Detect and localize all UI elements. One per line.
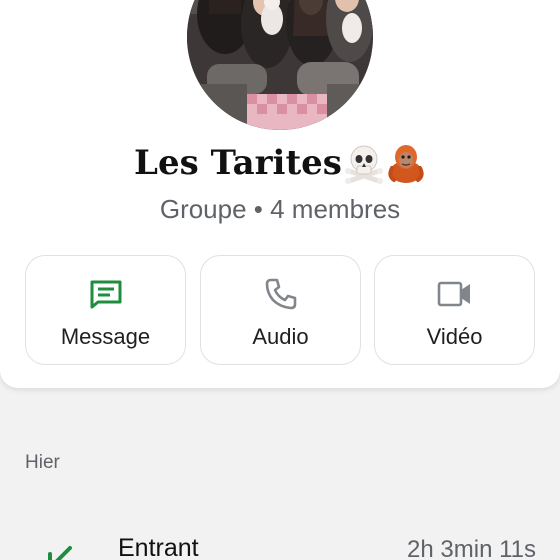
phone-icon xyxy=(261,276,301,312)
call-history-date-header: Hier xyxy=(25,452,60,473)
video-label: Vidéo xyxy=(426,324,483,349)
video-call-button[interactable]: Vidéo xyxy=(374,255,535,365)
group-photo xyxy=(187,0,373,130)
contact-header-card: Les Tarites Groupe • 4 membres Message A… xyxy=(0,0,560,388)
group-name: Les Tarites xyxy=(134,143,342,183)
video-icon xyxy=(435,276,475,312)
call-duration: 2h 3min 11s xyxy=(407,536,536,560)
audio-call-button[interactable]: Audio xyxy=(200,255,361,365)
orangutan-icon xyxy=(386,142,426,184)
group-title: Les Tarites xyxy=(0,139,560,187)
message-button[interactable]: Message xyxy=(25,255,186,365)
skull-crossbones-icon xyxy=(344,142,384,184)
incoming-call-arrow-icon xyxy=(44,544,78,560)
call-history-row[interactable]: Entrant 2h 3min 11s xyxy=(0,530,560,560)
call-type-label: Entrant xyxy=(118,534,199,560)
message-label: Message xyxy=(60,324,151,349)
audio-label: Audio xyxy=(252,324,309,349)
group-subtitle: Groupe • 4 membres xyxy=(159,194,401,224)
message-icon xyxy=(86,276,126,312)
group-avatar[interactable] xyxy=(187,0,373,130)
